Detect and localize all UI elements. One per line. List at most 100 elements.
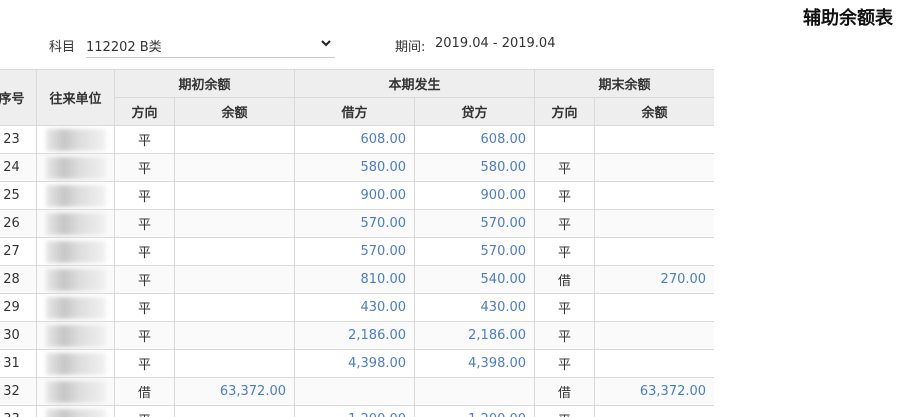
period-value: 2019.04 - 2019.04 bbox=[435, 36, 556, 51]
row-index: 27 bbox=[0, 237, 37, 266]
table-row[interactable]: 33平1,200.001,200.00平 bbox=[0, 405, 714, 417]
row-index: 26 bbox=[0, 209, 37, 238]
row-closing-direction: 平 bbox=[534, 405, 596, 417]
row-closing-amount bbox=[594, 209, 714, 238]
row-debit: 570.00 bbox=[294, 237, 416, 266]
row-opening-direction: 平 bbox=[114, 349, 175, 378]
row-opening-direction: 平 bbox=[114, 237, 175, 266]
row-credit: 580.00 bbox=[414, 153, 536, 182]
page-title: 辅助余额表 bbox=[803, 8, 893, 29]
row-closing-direction: 平 bbox=[534, 209, 596, 238]
row-index: 30 bbox=[0, 321, 37, 350]
redacted-company-name bbox=[45, 296, 106, 319]
redacted-company-name bbox=[45, 128, 106, 151]
redacted-company-name bbox=[45, 268, 106, 291]
redacted-company-name bbox=[45, 156, 106, 179]
row-closing-amount bbox=[594, 405, 714, 417]
row-opening-direction: 平 bbox=[114, 153, 175, 182]
redacted-company-name bbox=[45, 380, 106, 403]
table-row[interactable]: 32 借 63,372.00 借 63,372.00 bbox=[0, 377, 714, 406]
row-closing-amount bbox=[594, 293, 714, 322]
balance-table-container[interactable]: 序号 往来单位 期初余额 本期发生 期末余额 方向 余额 借方 贷方 方向 余额… bbox=[0, 69, 714, 417]
row-opening-amount bbox=[173, 153, 296, 182]
table-row[interactable]: 24 平 580.00 580.00 平 bbox=[0, 153, 714, 182]
table-row[interactable]: 23 平 608.00 608.00 bbox=[0, 125, 714, 154]
row-opening-direction: 平 bbox=[114, 321, 175, 350]
row-closing-direction: 借 bbox=[534, 377, 596, 406]
row-opening-direction: 平 bbox=[114, 125, 175, 154]
row-opening-amount bbox=[173, 349, 296, 378]
row-index: 25 bbox=[0, 181, 37, 210]
row-closing-direction: 平 bbox=[534, 349, 596, 378]
table-row[interactable]: 28 平 810.00 540.00 借 270.00 bbox=[0, 265, 714, 294]
row-closing-amount bbox=[594, 321, 714, 350]
header-current-period: 本期发生 bbox=[294, 69, 536, 98]
row-index: 32 bbox=[0, 377, 37, 406]
row-debit: 810.00 bbox=[294, 265, 416, 294]
balance-table: 序号 往来单位 期初余额 本期发生 期末余额 方向 余额 借方 贷方 方向 余额… bbox=[0, 69, 714, 417]
row-opening-amount bbox=[173, 321, 296, 350]
header-opening-amount: 余额 bbox=[173, 97, 296, 126]
row-closing-direction: 平 bbox=[534, 237, 596, 266]
row-closing-direction: 平 bbox=[534, 321, 596, 350]
row-closing-amount bbox=[594, 237, 714, 266]
row-company bbox=[36, 349, 115, 378]
row-closing-amount bbox=[594, 181, 714, 210]
row-closing-amount: 270.00 bbox=[594, 265, 714, 294]
row-company bbox=[36, 265, 115, 294]
header-index: 序号 bbox=[0, 69, 37, 126]
row-credit: 1,200.00 bbox=[414, 405, 536, 417]
table-row[interactable]: 31 平 4,398.00 4,398.00 平 bbox=[0, 349, 714, 378]
row-closing-direction: 平 bbox=[534, 293, 596, 322]
table-row[interactable]: 25 平 900.00 900.00 平 bbox=[0, 181, 714, 210]
redacted-company-name bbox=[45, 212, 106, 235]
table-row[interactable]: 27 平 570.00 570.00 平 bbox=[0, 237, 714, 266]
filter-bar: 科目 112202 B类 期间: 2019.04 - 2019.04 bbox=[0, 34, 600, 58]
row-company bbox=[36, 153, 115, 182]
row-opening-direction: 平 bbox=[114, 293, 175, 322]
row-debit: 4,398.00 bbox=[294, 349, 416, 378]
table-row[interactable]: 30 平 2,186.00 2,186.00 平 bbox=[0, 321, 714, 350]
header-credit: 贷方 bbox=[414, 97, 536, 126]
row-debit: 580.00 bbox=[294, 153, 416, 182]
row-index: 29 bbox=[0, 293, 37, 322]
row-index: 23 bbox=[0, 125, 37, 154]
header-closing-balance: 期末余额 bbox=[534, 69, 714, 98]
row-opening-direction: 平 bbox=[114, 181, 175, 210]
row-closing-direction bbox=[534, 125, 596, 154]
row-debit: 900.00 bbox=[294, 181, 416, 210]
header-closing-direction: 方向 bbox=[534, 97, 596, 126]
row-closing-amount bbox=[594, 125, 714, 154]
row-opening-amount bbox=[173, 293, 296, 322]
row-index: 33 bbox=[0, 405, 37, 417]
subject-select[interactable]: 112202 B类 bbox=[86, 34, 335, 58]
row-closing-direction: 平 bbox=[534, 181, 596, 210]
row-opening-amount bbox=[173, 237, 296, 266]
row-index: 28 bbox=[0, 265, 37, 294]
row-credit bbox=[414, 377, 536, 406]
row-opening-amount: 63,372.00 bbox=[173, 377, 296, 406]
subject-select-value: 112202 B类 bbox=[86, 40, 162, 55]
row-debit: 430.00 bbox=[294, 293, 416, 322]
redacted-company-name bbox=[45, 184, 106, 207]
row-closing-direction: 平 bbox=[534, 153, 596, 182]
row-index: 31 bbox=[0, 349, 37, 378]
redacted-company-name bbox=[45, 324, 106, 347]
row-opening-amount bbox=[173, 181, 296, 210]
header-company: 往来单位 bbox=[36, 69, 115, 126]
subject-label: 科目 bbox=[49, 40, 76, 55]
row-closing-direction: 借 bbox=[534, 265, 596, 294]
row-closing-amount bbox=[594, 349, 714, 378]
row-company bbox=[36, 293, 115, 322]
header-opening-balance: 期初余额 bbox=[113, 69, 296, 98]
table-row[interactable]: 26 平 570.00 570.00 平 bbox=[0, 209, 714, 238]
table-row[interactable]: 29 平 430.00 430.00 平 bbox=[0, 293, 714, 322]
row-company bbox=[36, 237, 115, 266]
row-opening-amount bbox=[173, 265, 296, 294]
row-credit: 608.00 bbox=[414, 125, 536, 154]
row-index: 24 bbox=[0, 153, 37, 182]
row-credit: 570.00 bbox=[414, 209, 536, 238]
row-debit: 608.00 bbox=[294, 125, 416, 154]
row-credit: 900.00 bbox=[414, 181, 536, 210]
redacted-company-name bbox=[45, 408, 106, 417]
